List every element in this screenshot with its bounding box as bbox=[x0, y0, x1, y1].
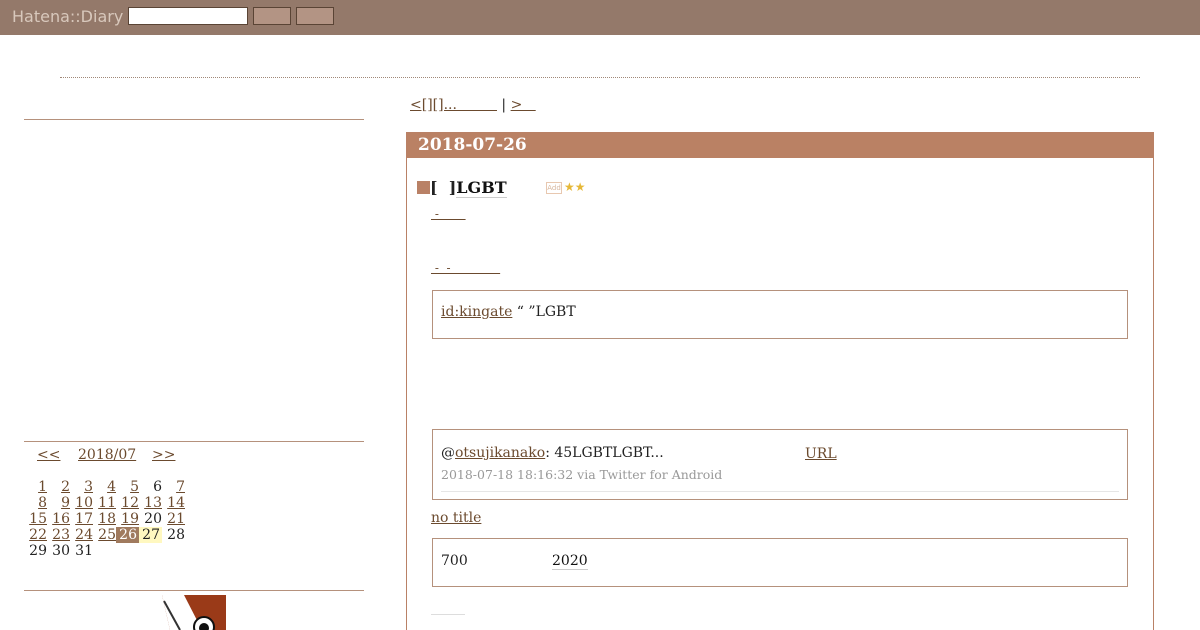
quote-text: “ ”LGBT bbox=[512, 304, 576, 320]
calendar-day-20: 20 bbox=[144, 511, 162, 527]
calendar-day-21[interactable]: 21 bbox=[162, 511, 185, 527]
search-button[interactable] bbox=[253, 7, 291, 25]
section-title-link[interactable]: LGBT bbox=[456, 178, 507, 198]
star-icon[interactable]: ★★ bbox=[564, 180, 586, 194]
sidebar-rule-calendar bbox=[24, 441, 364, 442]
section-anchor-icon[interactable] bbox=[417, 181, 430, 194]
day-pager: <[][]... | > bbox=[410, 97, 536, 113]
calendar-day-15[interactable]: 15 bbox=[24, 511, 47, 527]
calendar-day-25[interactable]: 25 bbox=[93, 527, 116, 543]
calendar-day-17[interactable]: 17 bbox=[70, 511, 93, 527]
search-input[interactable] bbox=[128, 7, 248, 25]
prev-day-link[interactable]: <[][]... bbox=[410, 97, 497, 113]
calendar-day-29: 29 bbox=[29, 543, 47, 559]
entry-link-2[interactable]: - - bbox=[431, 261, 500, 275]
tweet-divider bbox=[441, 491, 1119, 492]
calendar-day-11[interactable]: 11 bbox=[93, 495, 116, 511]
calendar-day-24[interactable]: 24 bbox=[70, 527, 93, 543]
tweet-at: @ bbox=[441, 445, 455, 461]
add-star-icon[interactable]: Add bbox=[546, 182, 562, 194]
calendar-day-19[interactable]: 19 bbox=[116, 511, 139, 527]
next-day-link[interactable]: > bbox=[511, 97, 536, 113]
calendar-day-3[interactable]: 3 bbox=[70, 479, 93, 495]
section-title: [ ]LGBT bbox=[417, 178, 507, 198]
section-category[interactable]: [ ] bbox=[430, 178, 456, 197]
tweet-user-link[interactable]: otsujikanako bbox=[455, 445, 545, 461]
calendar-day-5[interactable]: 5 bbox=[116, 479, 139, 495]
tweet-text: : 45LGBTLGBT... bbox=[545, 445, 664, 461]
sidebar-rule-bottom bbox=[24, 590, 364, 591]
tweet-meta: 2018-07-18 18:16:32 via Twitter for Andr… bbox=[441, 467, 723, 482]
calendar-day-31: 31 bbox=[75, 543, 93, 559]
calendar-day-22[interactable]: 22 bbox=[24, 527, 47, 543]
header-divider bbox=[60, 77, 1140, 78]
calendar-day-10[interactable]: 10 bbox=[70, 495, 93, 511]
calendar-next-link[interactable]: >> bbox=[152, 447, 175, 463]
calendar-day-23[interactable]: 23 bbox=[47, 527, 70, 543]
entry-link-1[interactable]: - bbox=[431, 207, 466, 221]
day-date-header: 2018-07-26 bbox=[407, 133, 1153, 158]
calendar-day-27-today: 27 bbox=[139, 527, 162, 543]
calendar-day-2[interactable]: 2 bbox=[47, 479, 70, 495]
mascot-image bbox=[162, 595, 226, 630]
blockquote-1: id:kingate “ ”LGBT bbox=[432, 290, 1128, 339]
calendar-day-12[interactable]: 12 bbox=[116, 495, 139, 511]
calendar-day-1[interactable]: 1 bbox=[24, 479, 47, 495]
calendar-day-9[interactable]: 9 bbox=[47, 495, 70, 511]
calendar-day-28: 28 bbox=[167, 527, 185, 543]
footnote-divider bbox=[431, 614, 465, 615]
tweet-embed: @otsujikanako: 45LGBTLGBT... URL 2018-07… bbox=[432, 429, 1128, 500]
calendar-day-18[interactable]: 18 bbox=[93, 511, 116, 527]
calendar-day-16[interactable]: 16 bbox=[47, 511, 70, 527]
calendar-day-7[interactable]: 7 bbox=[162, 479, 185, 495]
calendar-day-14[interactable]: 14 bbox=[162, 495, 185, 511]
calendar-day-26-selected[interactable]: 26 bbox=[116, 527, 139, 543]
year-keyword-link[interactable]: 2020 bbox=[552, 553, 588, 570]
no-title-link[interactable]: no title bbox=[431, 510, 481, 526]
quote-number: 700 bbox=[441, 553, 468, 569]
calendar-day-30: 30 bbox=[52, 543, 70, 559]
tweet-url-link[interactable]: URL bbox=[805, 446, 837, 462]
calendar-day-4[interactable]: 4 bbox=[93, 479, 116, 495]
calendar-day-13[interactable]: 13 bbox=[139, 495, 162, 511]
blockquote-3: 700 2020 bbox=[432, 538, 1128, 587]
user-link-kingate[interactable]: id:kingate bbox=[441, 304, 512, 320]
calendar-prev-link[interactable]: << bbox=[37, 447, 60, 463]
diary-search-button[interactable] bbox=[296, 7, 334, 25]
pager-separator: | bbox=[496, 97, 511, 113]
calendar-day-8[interactable]: 8 bbox=[24, 495, 47, 511]
hatena-diary-logo[interactable]: Hatena::Diary bbox=[12, 7, 123, 26]
calendar-month-link[interactable]: 2018/07 bbox=[78, 447, 136, 463]
calendar-day-6: 6 bbox=[153, 479, 162, 495]
sidebar-rule-top bbox=[24, 119, 364, 120]
top-bar: Hatena::Diary bbox=[0, 0, 1200, 35]
